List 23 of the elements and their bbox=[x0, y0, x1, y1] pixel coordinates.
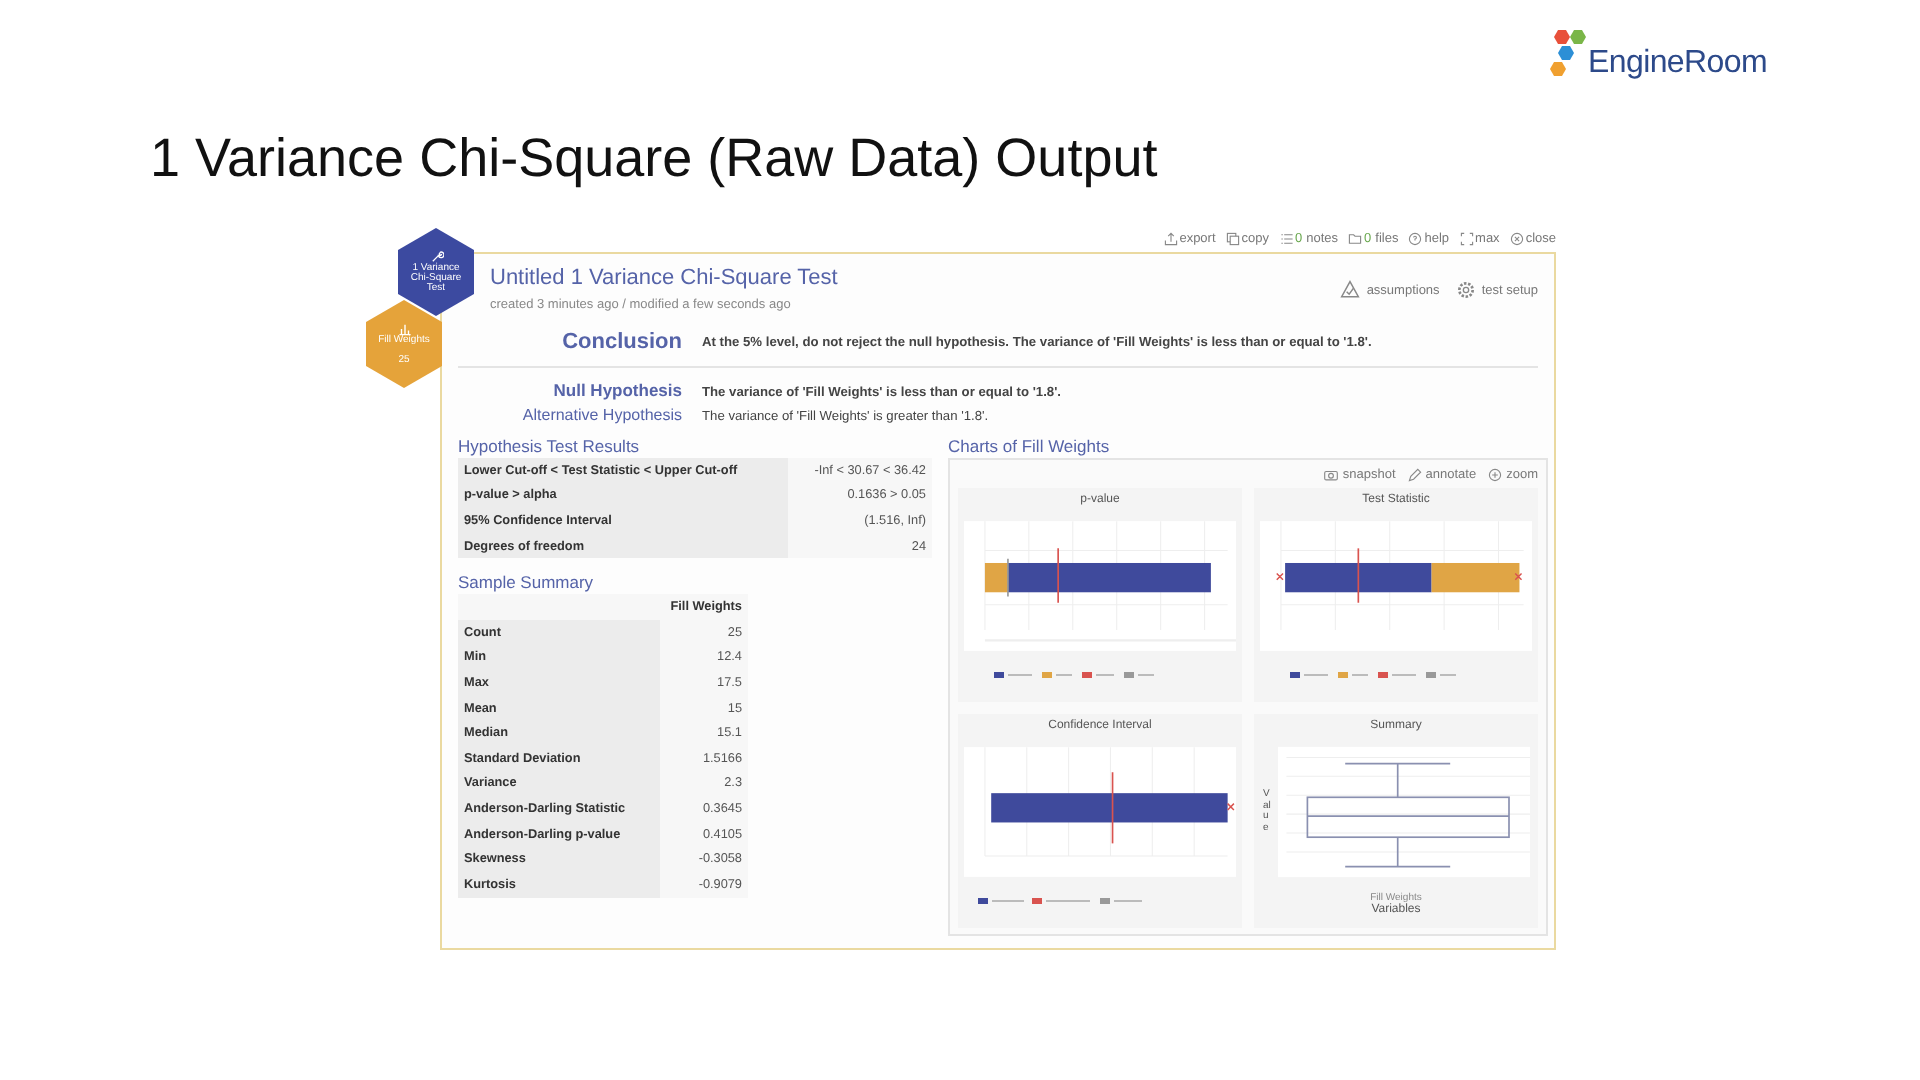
hypothesis-label: Null Hypothesis bbox=[551, 380, 682, 400]
section-heading: Hypothesis Test Results bbox=[458, 434, 642, 458]
hypothesis-label: Alternative Hypothesis bbox=[520, 406, 682, 424]
wrench-icon bbox=[429, 249, 443, 264]
bar-chart-icon bbox=[397, 321, 411, 336]
logo-text: EngineRoom bbox=[1588, 46, 1768, 82]
zoom-in-icon bbox=[1488, 468, 1503, 482]
triangle-check-icon bbox=[1340, 280, 1361, 300]
test-title: Untitled 1 Variance Chi-Square Test bbox=[490, 266, 838, 290]
camera-icon bbox=[1324, 468, 1339, 482]
section-heading: Sample Summary bbox=[458, 570, 596, 595]
slide-title: 1 Variance Chi-Square (Raw Data) Output bbox=[150, 128, 1158, 190]
copy-icon bbox=[1225, 232, 1240, 246]
folder-icon bbox=[1348, 232, 1363, 246]
help-icon bbox=[1408, 232, 1423, 246]
close-icon bbox=[1509, 232, 1524, 246]
section-heading: Charts of Fill Weights bbox=[948, 434, 1112, 458]
list-icon bbox=[1279, 232, 1294, 246]
conclusion-label: Conclusion bbox=[560, 330, 682, 354]
upload-icon bbox=[1163, 232, 1178, 246]
expand-icon bbox=[1459, 232, 1474, 246]
settings-icon bbox=[1455, 280, 1476, 300]
pencil-icon bbox=[1407, 468, 1422, 482]
